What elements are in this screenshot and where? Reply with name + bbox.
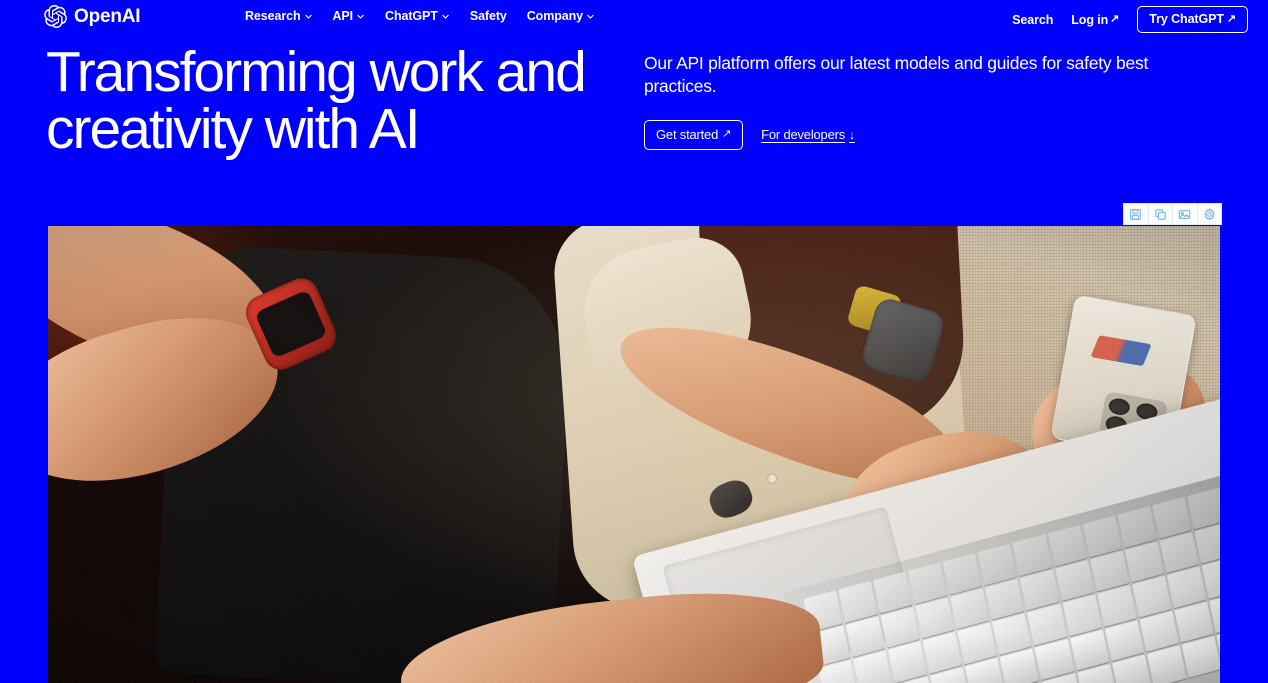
- nav-item-safety[interactable]: Safety: [470, 9, 507, 23]
- hero-content: Our API platform offers our latest model…: [644, 52, 1224, 150]
- get-started-label: Get started: [656, 126, 719, 142]
- search-label: Search: [1012, 12, 1054, 27]
- try-chatgpt-label: Try ChatGPT: [1149, 12, 1224, 26]
- arrow-up-right-icon: ↗: [1226, 12, 1236, 25]
- nav-item-api[interactable]: API: [333, 9, 366, 23]
- hero-section: Transforming work and creativity with AI…: [0, 44, 1268, 204]
- main-navigation: Research API ChatGPT Safety Company: [245, 9, 595, 23]
- page-title: Transforming work and creativity with AI: [46, 40, 587, 161]
- login-link[interactable]: Log in ↗: [1071, 13, 1119, 27]
- nav-item-chatgpt[interactable]: ChatGPT: [385, 9, 450, 23]
- hero-image: [48, 226, 1220, 683]
- nav-item-label: Research: [245, 9, 301, 23]
- chevron-down-icon: [356, 11, 365, 21]
- nav-item-research[interactable]: Research: [245, 9, 313, 23]
- for-developers-link[interactable]: For developers ↓: [761, 127, 855, 142]
- chevron-down-icon: [304, 11, 313, 21]
- hero-image-content: [48, 226, 1220, 683]
- arrow-up-right-icon: ↗: [722, 127, 732, 140]
- brand-name: OpenAI: [74, 6, 141, 27]
- nav-item-company[interactable]: Company: [527, 9, 595, 23]
- chevron-down-icon: [441, 11, 450, 21]
- search-button[interactable]: Search: [1012, 13, 1053, 27]
- openai-logo-icon: [44, 5, 67, 28]
- hero-description: Our API platform offers our latest model…: [644, 53, 1149, 97]
- image-toolbar: [1123, 203, 1222, 225]
- brand-logo-link[interactable]: OpenAI: [44, 5, 141, 28]
- get-started-button[interactable]: Get started ↗: [644, 119, 744, 150]
- try-chatgpt-button[interactable]: Try ChatGPT ↗: [1137, 6, 1248, 33]
- nav-item-label: Company: [526, 9, 584, 23]
- save-icon[interactable]: [1124, 204, 1149, 224]
- settings-gear-icon[interactable]: [1198, 204, 1222, 224]
- nav-item-label: Safety: [469, 9, 507, 23]
- nav-item-label: ChatGPT: [385, 9, 438, 23]
- site-header: OpenAI Research API ChatGPT Safety Compa…: [0, 0, 1268, 34]
- image-icon[interactable]: [1173, 204, 1198, 224]
- arrow-down-icon: ↓: [849, 127, 855, 142]
- chevron-down-icon: [586, 11, 595, 21]
- arrow-up-right-icon: ↗: [1110, 13, 1120, 25]
- copy-icon[interactable]: [1149, 204, 1173, 224]
- nav-item-label: API: [332, 9, 354, 23]
- hero-cta-group: Get started ↗ For developers ↓: [644, 119, 1224, 150]
- login-label: Log in: [1071, 12, 1109, 27]
- page-root: OpenAI Research API ChatGPT Safety Compa…: [0, 0, 1268, 683]
- for-developers-label: For developers: [761, 127, 846, 143]
- header-actions: Search Log in ↗ Try ChatGPT ↗: [1012, 6, 1248, 33]
